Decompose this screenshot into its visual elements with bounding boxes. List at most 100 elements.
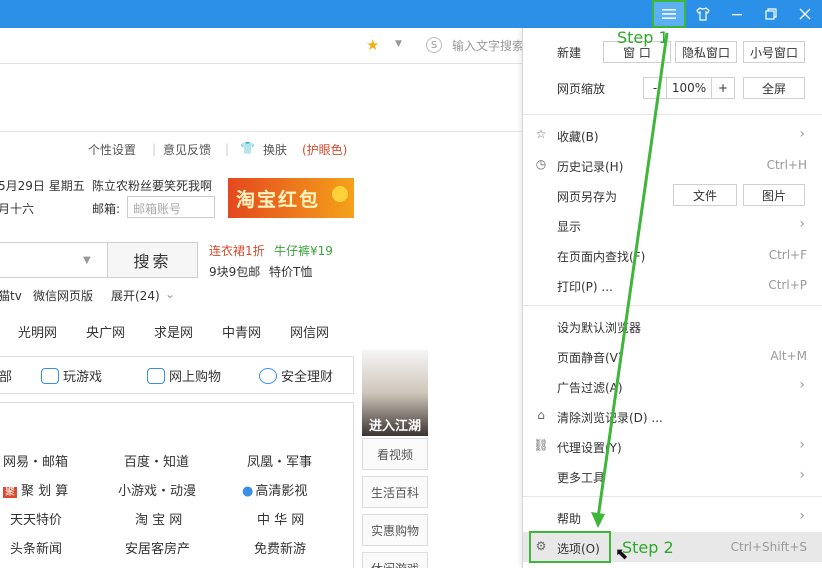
site-links-grid: 网易・邮箱 百度・知道 凤凰・军事 聚聚 划 算 小游戏・动漫 ● 高清影视 天天… <box>0 402 354 568</box>
menu-item-find[interactable]: 在页面内查找(F) Ctrl+F <box>523 240 822 270</box>
menu-item-label: 帮助 <box>557 512 582 526</box>
save-file-button[interactable]: 文件 <box>673 184 737 206</box>
site-link[interactable]: 中 华 网 <box>257 509 304 528</box>
feedback-link[interactable]: 意见反馈 <box>163 141 211 158</box>
site-link[interactable]: 小游戏・动漫 <box>118 480 196 499</box>
service-shopping[interactable]: 网上购物 <box>147 366 221 385</box>
private-window-button[interactable]: 隐私窗口 <box>675 41 737 63</box>
menu-item-label: 代理设置(Y) <box>557 441 622 455</box>
service-label: 安全理财 <box>281 370 334 385</box>
menu-item-adblock[interactable]: 广告过滤(A) › <box>523 371 822 401</box>
chevron-down-icon[interactable]: ▼ <box>395 39 402 49</box>
zoom-in-button[interactable]: + <box>711 77 735 99</box>
menu-item-display[interactable]: 显示 › <box>523 210 822 240</box>
shirt-icon[interactable]: 👕 <box>240 141 255 155</box>
broom-icon: ⌂ <box>537 408 545 422</box>
step2-label: Step 2 <box>622 538 674 557</box>
shop-icon <box>147 368 165 384</box>
side-button[interactable]: 实惠购物 <box>362 514 428 546</box>
minimize-icon[interactable] <box>720 0 754 28</box>
quick-link[interactable]: 猫tv <box>0 287 22 304</box>
menu-item-help[interactable]: 帮助 › <box>523 502 822 532</box>
menu-shortcut: Alt+M <box>770 349 807 363</box>
fullscreen-button[interactable]: 全屏 <box>743 77 805 99</box>
taobao-red-packet-banner[interactable]: 淘宝红包 <box>228 178 354 218</box>
game-ad-label: 进入江湖 <box>368 419 421 434</box>
nav-link[interactable]: 光明网 <box>18 322 57 341</box>
menu-item-label: 打印(P) ... <box>557 280 613 294</box>
menu-item-label: 清除浏览记录(D) ... <box>557 411 663 425</box>
search-engine-icon[interactable]: S <box>426 37 442 53</box>
promo-link[interactable]: 特价T恤 <box>269 263 312 280</box>
juhuasuan-icon: 聚 <box>3 487 17 498</box>
side-button[interactable]: 生活百科 <box>362 476 428 508</box>
search-input[interactable]: 输入文字搜索 <box>452 37 522 54</box>
browser-main-menu: 新建 窗 口 隐私窗口 小号窗口 网页缩放 - 100% + 全屏 ☆ 收藏(B… <box>522 28 822 568</box>
menu-item-mute[interactable]: 页面静音(V) Alt+M <box>523 341 822 371</box>
coin-icon <box>332 186 348 202</box>
game-ad-image[interactable]: 进入江湖 <box>362 350 428 436</box>
service-bar: 部 玩游戏 网上购物 安全理财 <box>0 356 354 394</box>
menu-item-label: 页面静音(V) <box>557 351 623 365</box>
side-button[interactable]: 休闲游戏 <box>362 552 428 568</box>
email-field[interactable]: 邮箱账号 <box>127 196 215 218</box>
menu-item-clear-history[interactable]: ⌂ 清除浏览记录(D) ... <box>523 401 822 431</box>
promo-link[interactable]: 9块9包邮 <box>209 263 260 280</box>
menu-item-label: 在页面内查找(F) <box>557 250 646 264</box>
menu-divider <box>523 114 822 115</box>
promo-link[interactable]: 连衣裙1折 <box>209 242 265 259</box>
menu-item-print[interactable]: 打印(P) ... Ctrl+P <box>523 270 822 300</box>
news-headline-link[interactable]: 陈立农粉丝要笑死我啊 <box>92 177 212 194</box>
site-link[interactable]: ● 高清影视 <box>242 480 307 499</box>
site-link[interactable]: 淘 宝 网 <box>135 509 182 528</box>
chevron-down-icon[interactable]: ▼ <box>83 255 91 266</box>
search-button[interactable]: 搜索 <box>107 242 198 278</box>
menu-item-default-browser[interactable]: 设为默认浏览器 <box>523 311 822 341</box>
site-link[interactable]: 免费新游 <box>254 538 306 557</box>
close-icon[interactable] <box>788 0 822 28</box>
menu-zoom-label: 网页缩放 <box>557 82 606 96</box>
site-link[interactable]: 网易・邮箱 <box>3 451 68 470</box>
menu-item-save-as: 网页另存为 文件 图片 <box>523 180 822 210</box>
menu-item-history[interactable]: ◷ 历史记录(H) Ctrl+H <box>523 150 822 180</box>
site-link[interactable]: 聚聚 划 算 <box>3 480 68 499</box>
menu-item-more-tools[interactable]: 更多工具 › <box>523 461 822 491</box>
save-image-button[interactable]: 图片 <box>743 184 805 206</box>
chevron-down-icon[interactable]: ⌄ <box>165 287 175 301</box>
menu-divider <box>523 305 822 306</box>
service-link[interactable]: 部 <box>0 366 12 385</box>
eye-care-link[interactable]: (护眼色) <box>302 141 347 158</box>
menu-new-row: 新建 窗 口 隐私窗口 小号窗口 <box>523 36 822 66</box>
personal-settings-link[interactable]: 个性设置 <box>88 141 136 158</box>
menu-item-proxy[interactable]: ⛓ 代理设置(Y) › <box>523 431 822 461</box>
hamburger-menu-icon[interactable] <box>652 0 686 28</box>
site-link[interactable]: 百度・知道 <box>124 451 189 470</box>
shirt-icon[interactable] <box>686 0 720 28</box>
nav-link[interactable]: 央广网 <box>86 322 125 341</box>
zoom-out-button[interactable]: - <box>643 77 667 99</box>
web-search-input[interactable]: ▼ <box>0 242 108 278</box>
expand-link[interactable]: 展开(24) <box>111 287 160 304</box>
nav-link[interactable]: 中青网 <box>222 322 261 341</box>
site-link[interactable]: 头条新闻 <box>10 538 62 557</box>
small-window-button[interactable]: 小号窗口 <box>743 41 805 63</box>
promo-link[interactable]: 牛仔裤¥19 <box>274 242 333 259</box>
service-label: 玩游戏 <box>63 370 103 385</box>
restore-icon[interactable] <box>754 0 788 28</box>
site-link[interactable]: 安居客房产 <box>125 538 190 557</box>
nav-link[interactable]: 求是网 <box>154 322 193 341</box>
site-link[interactable]: 凤凰・军事 <box>247 451 312 470</box>
menu-new-label: 新建 <box>557 46 582 60</box>
site-link[interactable]: 天天特价 <box>10 509 62 528</box>
skin-link[interactable]: 换肤 <box>263 141 287 158</box>
side-button[interactable]: 看视频 <box>362 438 428 470</box>
quick-link[interactable]: 微信网页版 <box>33 287 93 304</box>
nav-link[interactable]: 网信网 <box>290 322 329 341</box>
menu-shortcut: Ctrl+H <box>766 158 807 172</box>
service-finance[interactable]: 安全理财 <box>259 366 333 385</box>
star-outline-icon: ☆ <box>535 127 547 141</box>
service-game[interactable]: 玩游戏 <box>41 366 102 385</box>
menu-item-favorites[interactable]: ☆ 收藏(B) › <box>523 120 822 150</box>
favorite-star-icon[interactable]: ★ <box>366 36 379 54</box>
menu-shortcut: Ctrl+P <box>768 278 807 292</box>
